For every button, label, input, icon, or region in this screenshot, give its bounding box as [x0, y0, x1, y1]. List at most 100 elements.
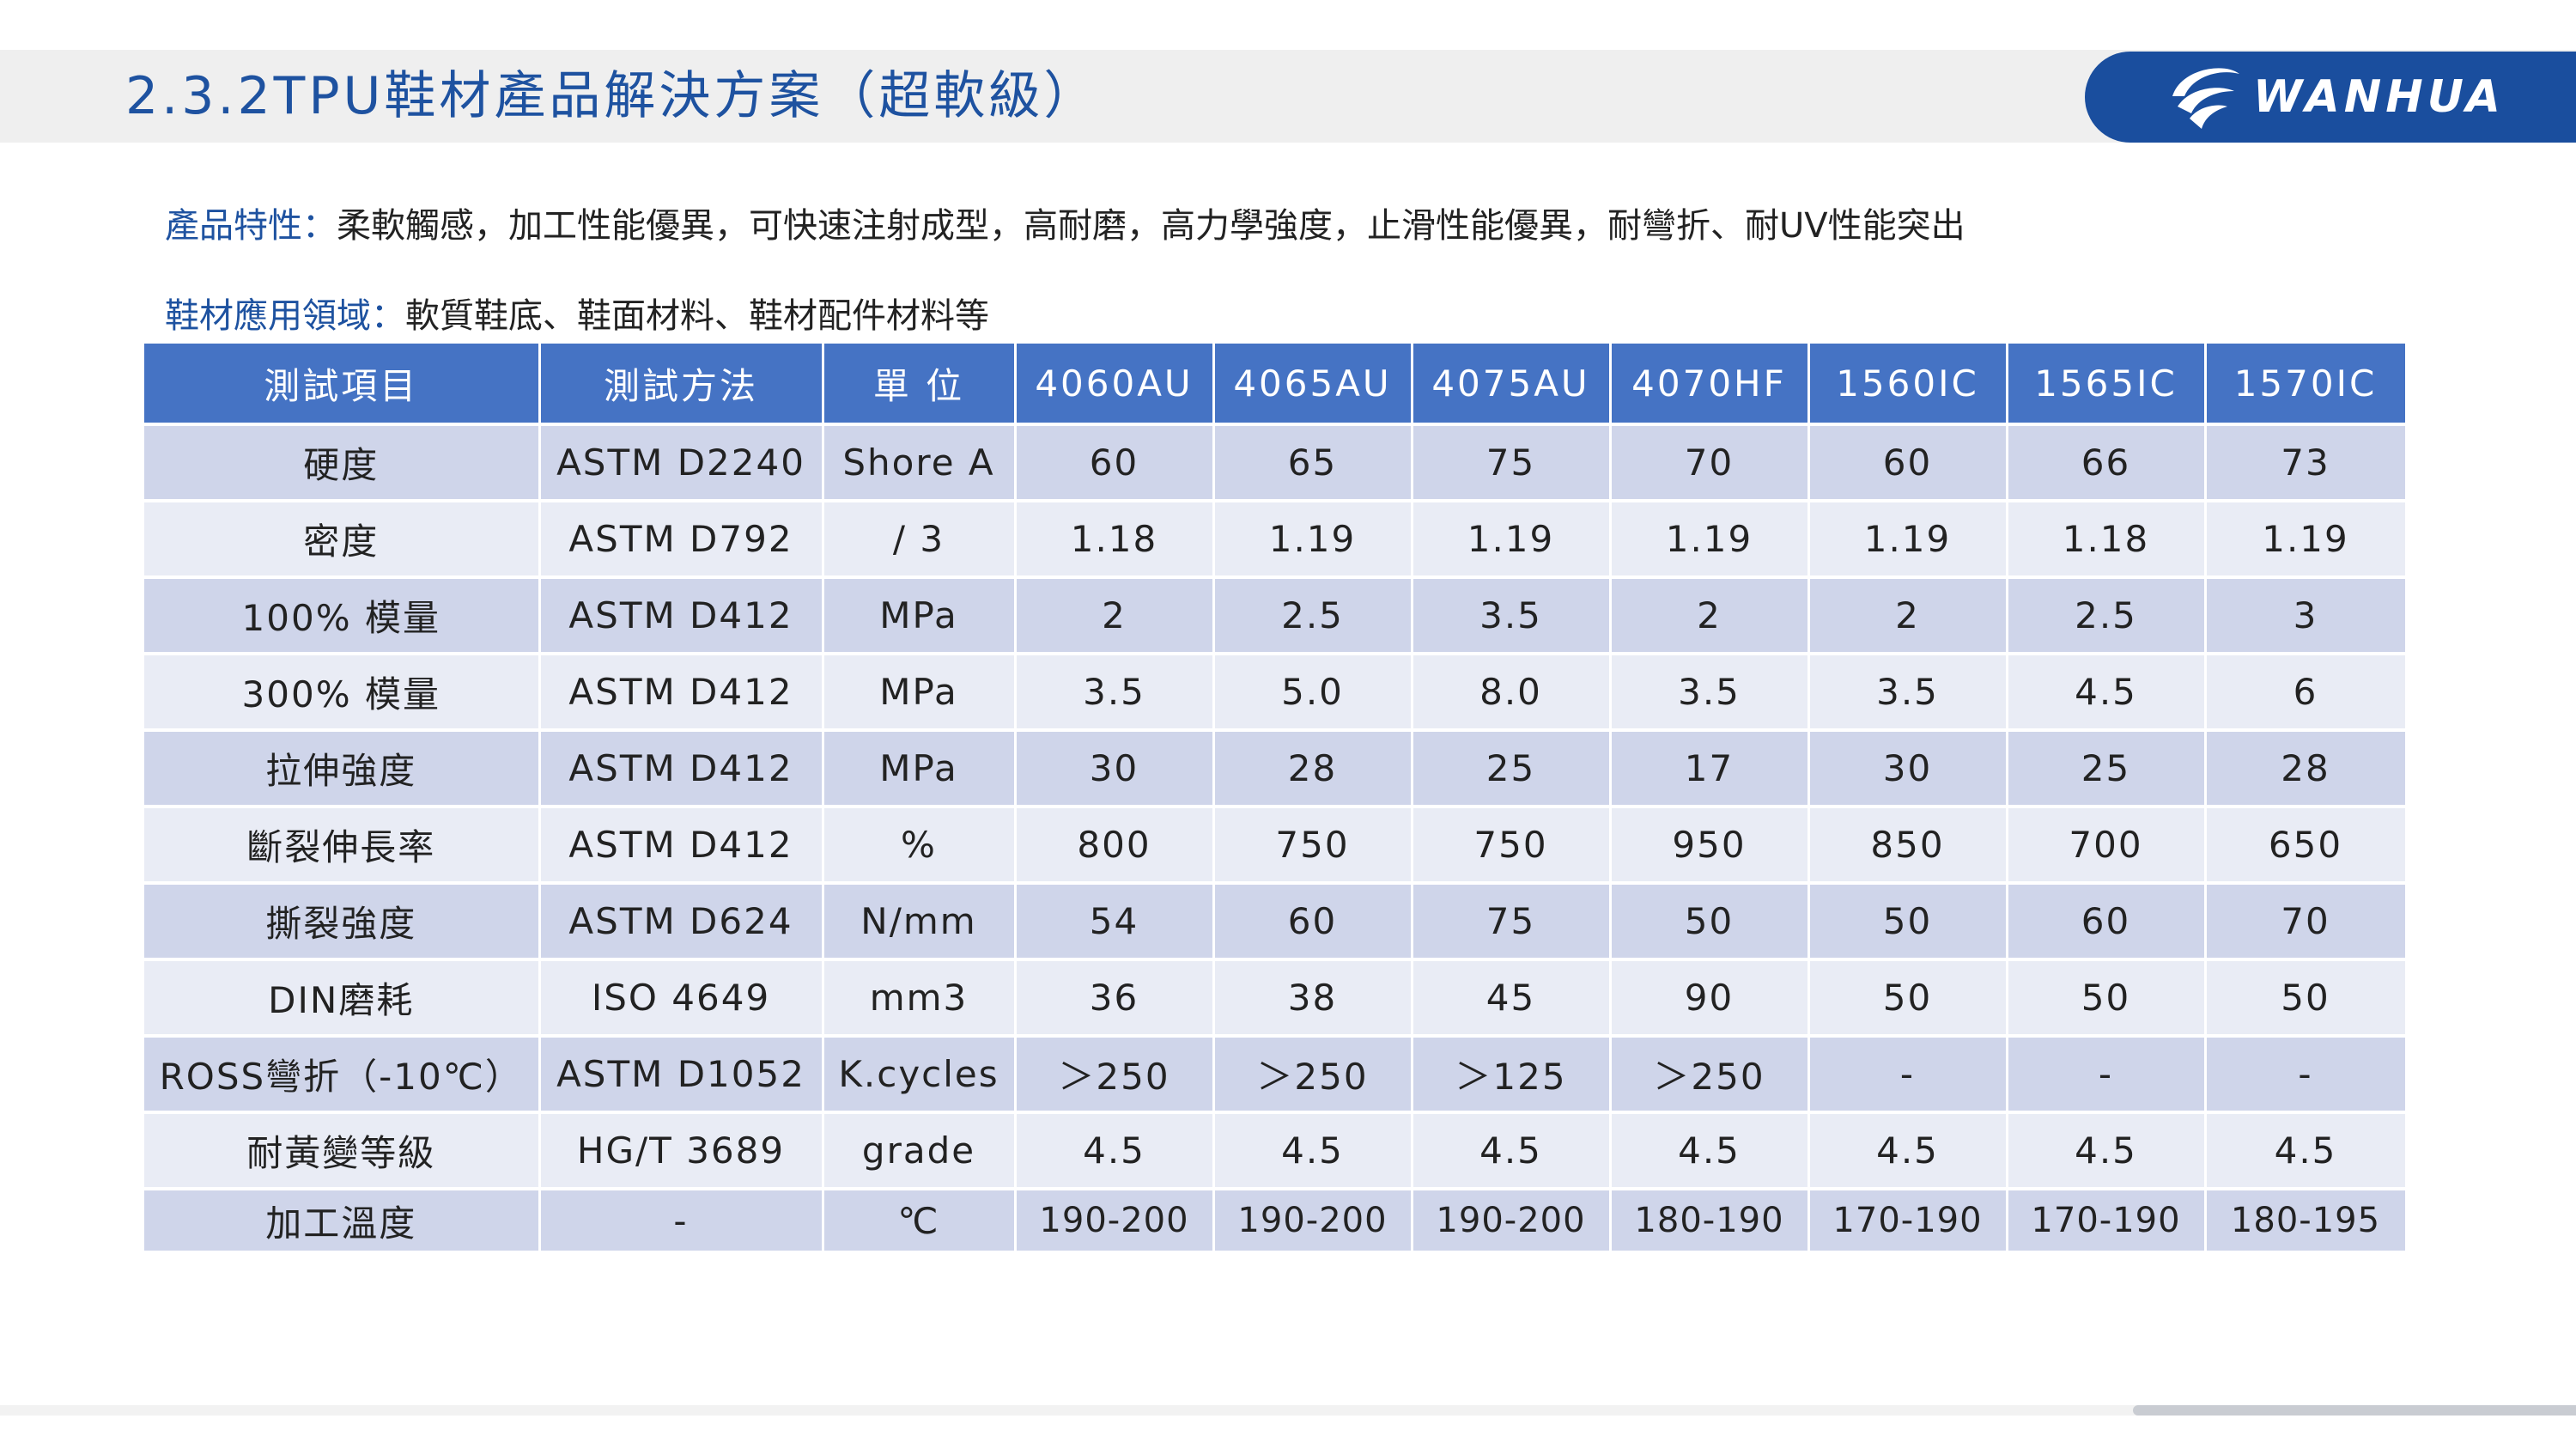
- applications-label: 鞋材應用領域：: [165, 296, 405, 336]
- table-cell: HG/T 3689: [539, 1112, 824, 1190]
- header-cell: 測試項目: [144, 344, 541, 426]
- table-cell: %: [823, 807, 1017, 885]
- table-row: ROSS彎折（-10℃） ASTM D1052 K.cycles ＞250 ＞250 ＞1…: [144, 1036, 2408, 1114]
- table-cell: 50: [2205, 959, 2408, 1038]
- row-label-cell: 撕裂強度: [144, 883, 541, 961]
- table-cell: 1.19: [1808, 501, 2008, 579]
- table-cell: 800: [1015, 807, 1215, 885]
- table-cell: 1.19: [1412, 501, 1612, 579]
- table-cell: 4.5: [1015, 1112, 1215, 1190]
- table-cell: 30: [1808, 730, 2008, 808]
- table-cell: 70: [1610, 424, 1810, 502]
- table-cell: ＞250: [1610, 1036, 1810, 1114]
- table-cell: ISO 4649: [539, 959, 824, 1038]
- table-cell: ASTM D792: [539, 501, 824, 579]
- table-cell: 38: [1213, 959, 1413, 1038]
- row-label-cell: 拉伸強度: [144, 730, 541, 808]
- scroll-thumb[interactable]: [2133, 1405, 2576, 1416]
- wanhua-logo: WANHUA: [2085, 52, 2576, 143]
- table-cell: 45: [1412, 959, 1612, 1038]
- table-cell: 190-200: [1412, 1189, 1612, 1254]
- table-cell: 950: [1610, 807, 1810, 885]
- table-cell: Shore A: [823, 424, 1017, 502]
- table-cell: 4.5: [2007, 654, 2207, 732]
- table-cell: ASTM D412: [539, 577, 824, 655]
- table-cell: 73: [2205, 424, 2408, 502]
- table-row: 加工溫度 - ℃ 190-200 190-200 190-200 180-190 170-19…: [144, 1189, 2408, 1254]
- table-cell: 170-190: [1808, 1189, 2008, 1254]
- table-cell: mm3: [823, 959, 1017, 1038]
- table-cell: 25: [1412, 730, 1612, 808]
- table-cell: 750: [1412, 807, 1612, 885]
- table-cell: ASTM D412: [539, 730, 824, 808]
- table-cell: 1.19: [1213, 501, 1413, 579]
- features-line: 產品特性：柔軟觸感，加工性能優異，可快速注射成型，高耐磨，高力學強度，止滑性能優…: [165, 198, 1965, 247]
- table-cell: 50: [2007, 959, 2207, 1038]
- table-cell: 60: [1808, 424, 2008, 502]
- header-cell: 單 位: [823, 344, 1017, 426]
- table-cell: ASTM D624: [539, 883, 824, 961]
- row-label-cell: 300% 模量: [144, 654, 541, 732]
- applications-line: 鞋材應用領域：軟質鞋底、鞋面材料、鞋材配件材料等: [165, 288, 989, 338]
- table-cell: 60: [2007, 883, 2207, 961]
- table-row: 密度 ASTM D792/ 3 1.18 1.19 1.19 1.19 1.19 1.18 1.…: [144, 501, 2408, 579]
- header-cell: 1565IC: [2007, 344, 2207, 426]
- row-label-cell: DIN磨耗: [144, 959, 541, 1038]
- table-cell: 60: [1213, 883, 1413, 961]
- table-row: DIN磨耗 ISO 4649 mm3 36 38 45 90 50 50 50: [144, 959, 2408, 1038]
- table-cell: 650: [2205, 807, 2408, 885]
- header-cell: 4060AU: [1015, 344, 1215, 426]
- table-cell: 180-195: [2205, 1189, 2408, 1254]
- table-cell: ASTM D412: [539, 807, 824, 885]
- table-cell: ℃: [823, 1189, 1017, 1254]
- header-cell: 4065AU: [1213, 344, 1413, 426]
- table-cell: K.cycles: [823, 1036, 1017, 1114]
- table-cell: 190-200: [1015, 1189, 1215, 1254]
- table-cell: 2.5: [1213, 577, 1413, 655]
- table-cell: -: [539, 1189, 824, 1254]
- table-cell: 4.5: [1213, 1112, 1413, 1190]
- table-cell: 54: [1015, 883, 1215, 961]
- table-row: 撕裂強度 ASTM D624 N/mm 54 60 75 50 50 60 70: [144, 883, 2408, 961]
- table-cell: 1.18: [2007, 501, 2207, 579]
- table-cell: 190-200: [1213, 1189, 1413, 1254]
- table-cell: 4.5: [1610, 1112, 1810, 1190]
- table-cell: 60: [1015, 424, 1215, 502]
- table-cell: 4.5: [2007, 1112, 2207, 1190]
- table-cell: 30: [1015, 730, 1215, 808]
- page-title: 2.3.2TPU鞋材產品解決方案（超軟級）: [125, 66, 1099, 126]
- table-cell: 1.18: [1015, 501, 1215, 579]
- wanhua-swirl-icon: [2172, 68, 2239, 129]
- table-cell: -: [2205, 1036, 2408, 1114]
- table-cell: ＞250: [1213, 1036, 1413, 1114]
- table-cell: 4.5: [2205, 1112, 2408, 1190]
- table-cell: 6: [2205, 654, 2408, 732]
- logo-text: WANHUA: [2253, 71, 2505, 123]
- table-cell: ASTM D2240: [539, 424, 824, 502]
- table-cell: 66: [2007, 424, 2207, 502]
- table-cell: MPa: [823, 654, 1017, 732]
- row-label-cell: 100% 模量: [144, 577, 541, 655]
- table-cell: 75: [1412, 424, 1612, 502]
- features-label: 產品特性：: [165, 206, 337, 246]
- row-label-cell: 硬度: [144, 424, 541, 502]
- table-cell: 90: [1610, 959, 1810, 1038]
- table-cell: 25: [2007, 730, 2207, 808]
- table-cell: 850: [1808, 807, 2008, 885]
- table-cell: 5.0: [1213, 654, 1413, 732]
- header-cell: 1560IC: [1808, 344, 2008, 426]
- table-header-row: 測試項目 測試方法單 位 4060AU 4065AU 4075AU 4070HF 1560I…: [144, 344, 2408, 426]
- table-cell: 75: [1412, 883, 1612, 961]
- spec-table: 測試項目 測試方法單 位 4060AU 4065AU 4075AU 4070HF 1560I…: [144, 344, 2408, 1254]
- table-row: 斷裂伸長率 ASTM D412% 800 750 750 950 850 700 650: [144, 807, 2408, 885]
- table-cell: / 3: [823, 501, 1017, 579]
- table-cell: 4.5: [1412, 1112, 1612, 1190]
- table-cell: 28: [1213, 730, 1413, 808]
- row-label-cell: 密度: [144, 501, 541, 579]
- header-cell: 測試方法: [539, 344, 824, 426]
- table-cell: 2.5: [2007, 577, 2207, 655]
- table-cell: 3: [2205, 577, 2408, 655]
- table-cell: 3.5: [1015, 654, 1215, 732]
- table-cell: MPa: [823, 730, 1017, 808]
- table-cell: 2: [1015, 577, 1215, 655]
